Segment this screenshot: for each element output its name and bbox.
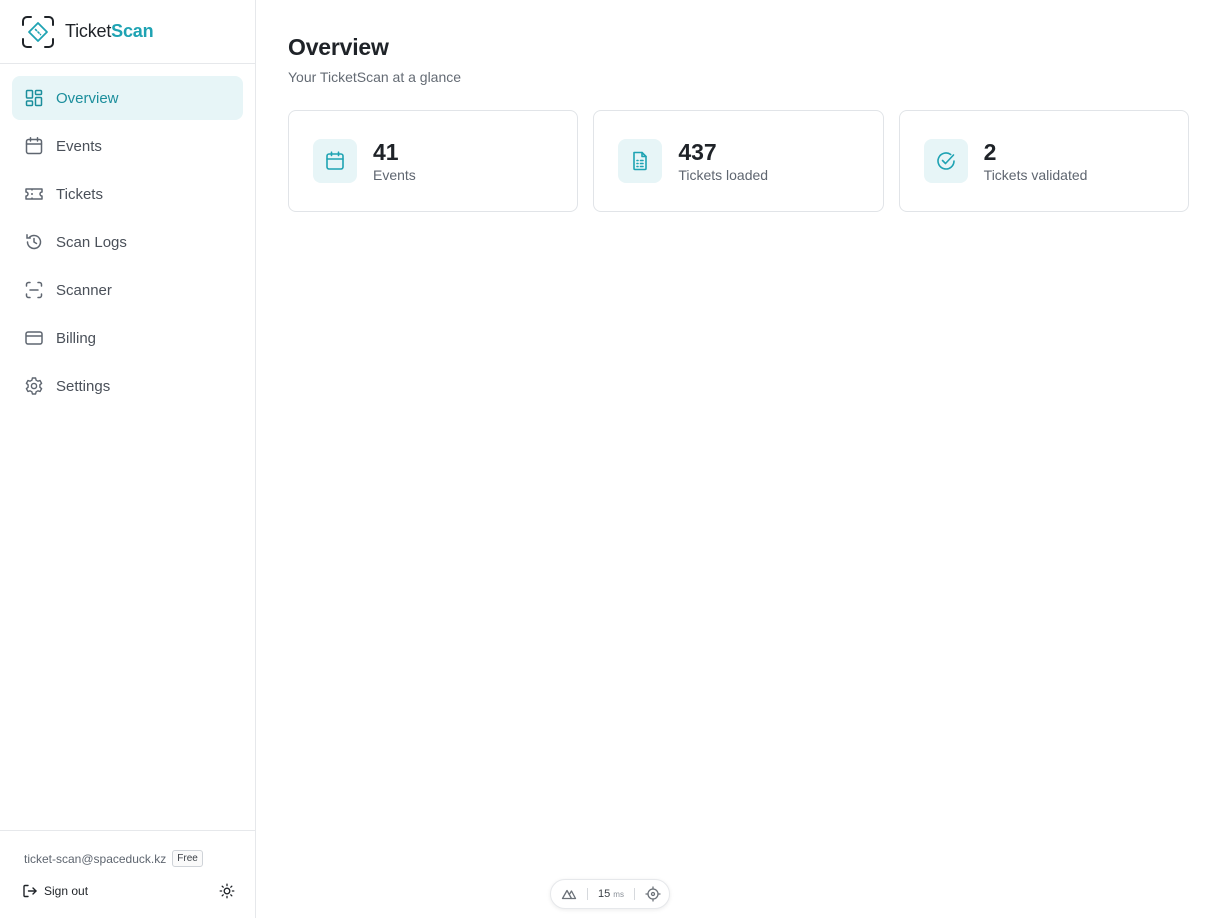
ticketscan-logo-icon (22, 15, 54, 48)
nuxt-logo-icon (561, 889, 577, 900)
sidebar-item-events[interactable]: Events (12, 124, 243, 168)
stat-card-events: 41 Events (288, 110, 579, 212)
stat-label: Events (373, 167, 416, 183)
stat-value: 41 (373, 139, 399, 165)
scan-icon (24, 280, 44, 300)
history-icon (24, 232, 44, 252)
render-time-unit: ms (613, 890, 624, 899)
account-email: ticket-scan@spaceduck.kz (24, 851, 167, 866)
sidebar-item-label: Scanner (56, 281, 112, 299)
gear-icon (24, 376, 44, 396)
sidebar-footer: ticket-scan@spaceduck.kz Free Sign out (0, 830, 255, 918)
dev-toolbar[interactable]: 15 ms (550, 879, 670, 909)
account-info: ticket-scan@spaceduck.kz Free (24, 850, 237, 867)
brand[interactable]: TicketScan (0, 0, 255, 64)
stat-card-tickets-loaded: 437 Tickets loaded (593, 110, 884, 212)
credit-card-icon (24, 328, 44, 348)
sign-out-icon (23, 884, 37, 898)
document-icon (618, 139, 663, 183)
sign-out-button[interactable]: Sign out (23, 883, 89, 899)
stat-label: Tickets loaded (678, 167, 769, 183)
stat-value: 2 (983, 139, 997, 165)
render-time-value: 15 (598, 888, 611, 900)
sidebar-item-label: Events (56, 137, 102, 155)
theme-toggle-button[interactable] (219, 883, 235, 899)
page-subtitle: Your TicketScan at a glance (288, 69, 462, 85)
sidebar-item-billing[interactable]: Billing (12, 316, 243, 360)
sidebar-item-scan-logs[interactable]: Scan Logs (12, 220, 243, 264)
inspect-target-icon[interactable] (645, 886, 661, 902)
signout-row: Sign out (23, 883, 237, 899)
sidebar-item-label: Tickets (56, 185, 103, 203)
sidebar-item-label: Billing (56, 329, 97, 347)
brand-name-accent: Scan (111, 21, 154, 41)
stat-label: Tickets validated (983, 167, 1088, 183)
divider (633, 888, 635, 900)
brand-name: TicketScan (65, 21, 154, 42)
calendar-icon (24, 136, 44, 156)
main-content: Overview Your TicketScan at a glance 41 … (256, 0, 1220, 918)
page-title: Overview (288, 34, 389, 60)
sidebar-item-settings[interactable]: Settings (12, 364, 243, 408)
stat-card-tickets-validated: 2 Tickets validated (898, 110, 1189, 212)
sidebar-item-overview[interactable]: Overview (12, 76, 243, 120)
sidebar-item-scanner[interactable]: Scanner (12, 268, 243, 312)
sidebar-item-label: Overview (56, 89, 119, 107)
dashboard-icon (24, 88, 44, 108)
brand-name-base: Ticket (65, 21, 112, 41)
render-time: 15 ms (598, 888, 624, 900)
sidebar-item-label: Scan Logs (56, 233, 127, 251)
sun-icon (219, 883, 235, 899)
divider (587, 888, 589, 900)
stat-value: 437 (678, 139, 717, 165)
sidebar: TicketScan Overview Events Tickets Scan … (0, 0, 256, 918)
ticket-icon (24, 184, 44, 204)
sidebar-item-label: Settings (56, 377, 111, 395)
plan-badge: Free (172, 850, 203, 867)
sign-out-label: Sign out (44, 884, 89, 898)
sidebar-item-tickets[interactable]: Tickets (12, 172, 243, 216)
stats-row: 41 Events 437 Tickets loaded 2 Tickets v… (288, 110, 1189, 212)
calendar-icon (313, 139, 357, 183)
sidebar-nav: Overview Events Tickets Scan Logs Scanne… (0, 64, 255, 408)
check-circle-icon (923, 139, 968, 183)
